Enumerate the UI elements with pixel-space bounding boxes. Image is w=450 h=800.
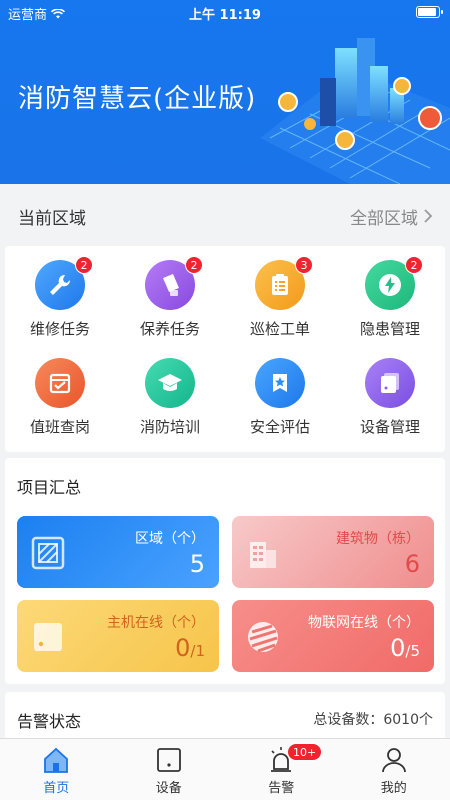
lightning-icon: 2: [365, 256, 423, 310]
tile-value: 5: [190, 550, 205, 578]
tile-value-number: 6: [404, 550, 420, 578]
alert-total-devices: 总设备数：6010个: [313, 712, 433, 728]
maintenance-icon: 2: [145, 256, 203, 310]
user-icon: [381, 748, 406, 773]
host-icon: [34, 623, 62, 651]
region-selector[interactable]: 当前区域 全部区域: [0, 192, 450, 240]
tile-host-online[interactable]: 主机在线（个） 0/1: [17, 600, 219, 672]
region-label: 当前区域: [18, 208, 86, 229]
badge: 2: [185, 256, 203, 274]
app-title: 消防智慧云(企业版): [18, 84, 257, 114]
tab-devices[interactable]: 设备: [113, 739, 226, 800]
summary-title: 项目汇总: [17, 478, 82, 497]
tile-label: 主机在线（个）: [107, 615, 205, 631]
tile-iot-online[interactable]: 物联网在线（个） 0/5: [232, 600, 434, 672]
alert-title: 告警状态: [17, 712, 82, 731]
tile-value-number: 0: [175, 634, 191, 662]
tile-value-number: 0: [390, 634, 406, 662]
tab-home[interactable]: 首页: [0, 739, 113, 800]
area-icon: [31, 536, 65, 570]
badge: 3: [295, 256, 313, 274]
tile-label: 物联网在线（个）: [308, 615, 420, 631]
tile-value-suffix: /1: [190, 642, 205, 660]
badge: 2: [405, 256, 423, 274]
function-repair-task[interactable]: 2 维修任务: [5, 256, 115, 358]
tab-alerts[interactable]: 10+ 告警: [225, 739, 338, 800]
function-grid: 2 维修任务 2 保养任务 3 巡检工单 2 隐患管理 值班查岗 消防培训 安全…: [5, 246, 445, 452]
iot-globe-icon: [248, 622, 278, 653]
wrench-icon: 2: [35, 256, 93, 310]
clipboard-icon: 3: [255, 256, 313, 310]
function-duty-check[interactable]: 值班查岗: [5, 358, 115, 456]
battery-icon: [416, 6, 443, 18]
bottom-tab-bar: 首页 设备 10+ 告警 我的: [0, 738, 450, 800]
function-fire-training[interactable]: 消防培训: [115, 358, 225, 456]
function-label: 安全评估: [249, 418, 310, 436]
tile-label: 区域（个）: [135, 531, 205, 547]
function-hazard-management[interactable]: 2 隐患管理: [335, 256, 445, 358]
tile-value-suffix: /5: [405, 642, 420, 660]
home-icon: [44, 747, 69, 773]
project-summary: 项目汇总 区域（个） 5 建筑物（栋） 6 主机在线（个） 0/1 物联网在线（…: [5, 458, 445, 684]
tab-label: 设备: [155, 781, 182, 796]
tile-value: 0/5: [390, 634, 420, 662]
tab-label: 首页: [43, 781, 70, 796]
building-icon: [250, 542, 276, 568]
tab-profile[interactable]: 我的: [338, 739, 450, 800]
tile-area-count[interactable]: 区域（个） 5: [17, 516, 219, 588]
function-label: 隐患管理: [359, 320, 420, 338]
function-label: 消防培训: [139, 418, 200, 436]
function-label: 巡检工单: [249, 320, 310, 338]
alert-status: 告警状态 总设备数：6010个: [5, 692, 445, 742]
graduation-cap-icon: [145, 358, 195, 408]
function-label: 设备管理: [359, 418, 420, 436]
device-box-icon: [156, 748, 181, 772]
tab-label: 告警: [268, 781, 295, 796]
tile-label: 建筑物（栋）: [336, 531, 420, 547]
function-inspection-order[interactable]: 3 巡检工单: [225, 256, 335, 358]
status-time: 上午 11:19: [189, 8, 261, 23]
smart-city-illustration: [260, 38, 450, 184]
header-banner: 运营商 上午 11:19 消防智慧云(企业版): [0, 0, 450, 184]
tile-value: 6: [405, 550, 420, 578]
function-label: 维修任务: [29, 320, 90, 338]
tab-label: 我的: [380, 781, 407, 796]
region-value[interactable]: 全部区域: [350, 204, 432, 229]
duty-calendar-icon: [35, 358, 85, 408]
chevron-right-icon: [424, 209, 432, 223]
tile-building-count[interactable]: 建筑物（栋） 6: [232, 516, 434, 588]
tile-value: 0/1: [175, 634, 205, 662]
badge: 2: [75, 256, 93, 274]
function-label: 保养任务: [139, 320, 200, 338]
function-label: 值班查岗: [29, 418, 90, 436]
status-bar: 运营商 上午 11:19: [0, 0, 450, 24]
region-value-text: 全部区域: [350, 208, 418, 229]
function-device-management[interactable]: 设备管理: [335, 358, 445, 456]
shield-star-icon: [255, 358, 305, 408]
device-icon: [365, 358, 415, 408]
alert-badge: 10+: [287, 743, 323, 761]
function-safety-assessment[interactable]: 安全评估: [225, 358, 335, 456]
tile-value-number: 5: [189, 550, 205, 578]
function-maintenance-task[interactable]: 2 保养任务: [115, 256, 225, 358]
